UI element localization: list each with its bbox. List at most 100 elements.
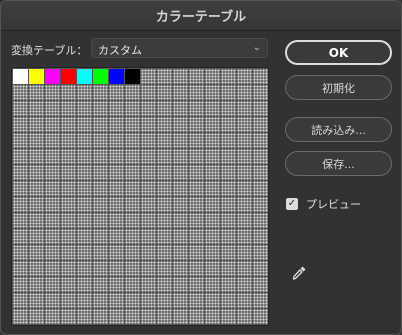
color-cell[interactable] xyxy=(237,133,252,148)
color-cell[interactable] xyxy=(29,101,44,116)
color-cell[interactable] xyxy=(189,261,204,276)
color-cell[interactable] xyxy=(205,213,220,228)
color-cell[interactable] xyxy=(77,309,92,324)
color-cell[interactable] xyxy=(157,277,172,292)
color-cell[interactable] xyxy=(237,69,252,84)
color-cell[interactable] xyxy=(157,69,172,84)
color-cell[interactable] xyxy=(93,149,108,164)
color-cell[interactable] xyxy=(189,85,204,100)
color-cell[interactable] xyxy=(125,261,140,276)
color-cell[interactable] xyxy=(125,101,140,116)
color-cell[interactable] xyxy=(141,293,156,308)
color-cell[interactable] xyxy=(205,181,220,196)
color-cell[interactable] xyxy=(77,165,92,180)
color-cell[interactable] xyxy=(253,101,268,116)
table-select[interactable]: カスタム ⌄ xyxy=(91,38,268,58)
color-cell[interactable] xyxy=(93,85,108,100)
color-cell[interactable] xyxy=(253,277,268,292)
color-cell[interactable] xyxy=(29,85,44,100)
color-cell[interactable] xyxy=(189,229,204,244)
color-cell[interactable] xyxy=(173,229,188,244)
color-cell[interactable] xyxy=(29,197,44,212)
color-cell[interactable] xyxy=(125,229,140,244)
color-cell[interactable] xyxy=(125,69,140,84)
color-cell[interactable] xyxy=(29,213,44,228)
color-cell[interactable] xyxy=(205,101,220,116)
color-cell[interactable] xyxy=(93,261,108,276)
color-cell[interactable] xyxy=(45,197,60,212)
color-cell[interactable] xyxy=(173,245,188,260)
color-cell[interactable] xyxy=(221,165,236,180)
color-cell[interactable] xyxy=(157,309,172,324)
color-cell[interactable] xyxy=(61,101,76,116)
color-cell[interactable] xyxy=(93,133,108,148)
color-cell[interactable] xyxy=(109,293,124,308)
color-cell[interactable] xyxy=(29,69,44,84)
color-cell[interactable] xyxy=(45,133,60,148)
color-cell[interactable] xyxy=(29,245,44,260)
color-cell[interactable] xyxy=(29,133,44,148)
save-button[interactable]: 保存... xyxy=(285,151,392,176)
color-cell[interactable] xyxy=(189,277,204,292)
color-cell[interactable] xyxy=(109,117,124,132)
color-cell[interactable] xyxy=(13,133,28,148)
color-cell[interactable] xyxy=(13,213,28,228)
color-cell[interactable] xyxy=(77,213,92,228)
color-cell[interactable] xyxy=(237,229,252,244)
color-cell[interactable] xyxy=(125,197,140,212)
color-cell[interactable] xyxy=(109,213,124,228)
color-cell[interactable] xyxy=(109,85,124,100)
color-cell[interactable] xyxy=(109,309,124,324)
color-cell[interactable] xyxy=(45,213,60,228)
color-cell[interactable] xyxy=(189,213,204,228)
color-cell[interactable] xyxy=(77,277,92,292)
color-cell[interactable] xyxy=(253,213,268,228)
color-cell[interactable] xyxy=(13,165,28,180)
color-cell[interactable] xyxy=(141,309,156,324)
color-cell[interactable] xyxy=(13,85,28,100)
color-cell[interactable] xyxy=(189,197,204,212)
color-cell[interactable] xyxy=(45,293,60,308)
color-cell[interactable] xyxy=(205,197,220,212)
color-cell[interactable] xyxy=(173,197,188,212)
color-cell[interactable] xyxy=(221,85,236,100)
color-cell[interactable] xyxy=(29,277,44,292)
color-cell[interactable] xyxy=(109,197,124,212)
color-cell[interactable] xyxy=(93,117,108,132)
color-cell[interactable] xyxy=(141,229,156,244)
color-cell[interactable] xyxy=(205,69,220,84)
color-cell[interactable] xyxy=(237,261,252,276)
color-cell[interactable] xyxy=(221,213,236,228)
color-cell[interactable] xyxy=(253,117,268,132)
color-cell[interactable] xyxy=(141,149,156,164)
color-cell[interactable] xyxy=(173,69,188,84)
color-cell[interactable] xyxy=(77,69,92,84)
color-cell[interactable] xyxy=(13,261,28,276)
color-cell[interactable] xyxy=(205,133,220,148)
color-cell[interactable] xyxy=(173,101,188,116)
color-cell[interactable] xyxy=(109,165,124,180)
color-cell[interactable] xyxy=(93,213,108,228)
color-cell[interactable] xyxy=(141,277,156,292)
color-cell[interactable] xyxy=(237,277,252,292)
color-cell[interactable] xyxy=(77,85,92,100)
color-cell[interactable] xyxy=(237,181,252,196)
color-cell[interactable] xyxy=(29,181,44,196)
color-cell[interactable] xyxy=(253,245,268,260)
color-cell[interactable] xyxy=(13,117,28,132)
color-cell[interactable] xyxy=(253,133,268,148)
color-cell[interactable] xyxy=(189,293,204,308)
color-cell[interactable] xyxy=(125,149,140,164)
color-cell[interactable] xyxy=(93,197,108,212)
color-cell[interactable] xyxy=(189,165,204,180)
color-cell[interactable] xyxy=(173,181,188,196)
color-cell[interactable] xyxy=(13,293,28,308)
color-cell[interactable] xyxy=(13,101,28,116)
color-cell[interactable] xyxy=(93,101,108,116)
color-cell[interactable] xyxy=(221,261,236,276)
color-cell[interactable] xyxy=(61,85,76,100)
color-cell[interactable] xyxy=(109,133,124,148)
color-cell[interactable] xyxy=(93,293,108,308)
color-cell[interactable] xyxy=(61,117,76,132)
color-cell[interactable] xyxy=(61,229,76,244)
